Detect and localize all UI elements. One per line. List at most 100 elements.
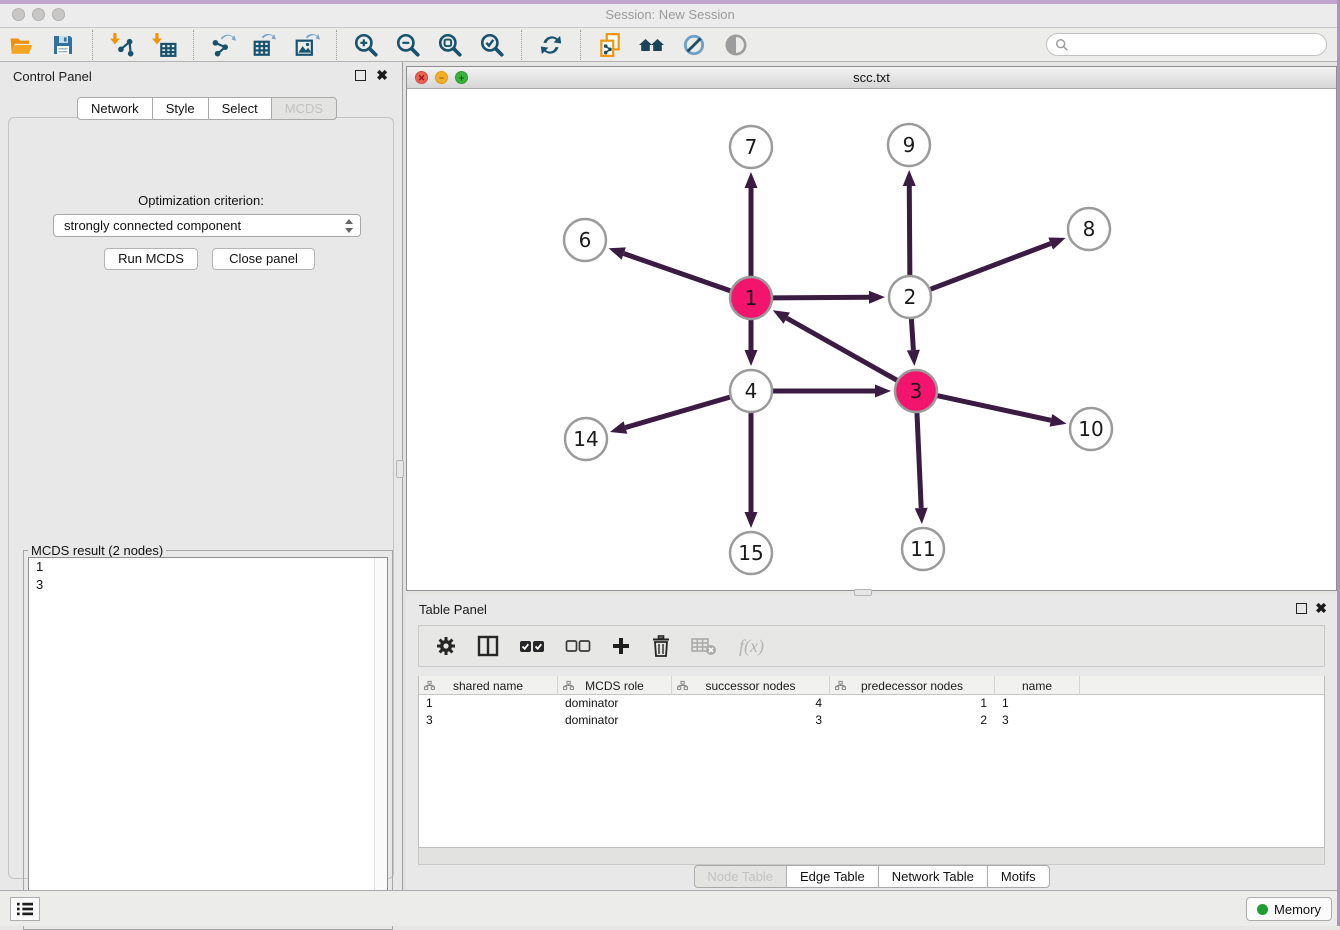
memory-button[interactable]: Memory: [1246, 897, 1332, 921]
graph-edge-4-3[interactable]: [773, 385, 891, 398]
table-row[interactable]: 1dominator411: [419, 695, 1324, 712]
open-session-button[interactable]: [4, 30, 38, 60]
table-cell[interactable]: 1: [419, 695, 558, 712]
graph-edge-1-2[interactable]: [773, 291, 885, 304]
table-cell[interactable]: dominator: [558, 695, 672, 712]
column-header-shared-name[interactable]: shared name: [419, 676, 558, 695]
tab-select[interactable]: Select: [208, 97, 271, 120]
graph-edge-3-11[interactable]: [915, 413, 928, 524]
delete-column-button[interactable]: [651, 635, 671, 657]
network-canvas[interactable]: 7 9 6 8 1 2 4 3 14 10 15 11: [407, 89, 1336, 590]
graph-node-1[interactable]: 1: [730, 277, 772, 319]
table-cell[interactable]: 1: [830, 695, 995, 712]
table-cell[interactable]: 3: [672, 712, 830, 729]
graph-node-4[interactable]: 4: [730, 370, 772, 412]
graph-node-11[interactable]: 11: [902, 528, 944, 570]
tab-mcds[interactable]: MCDS: [271, 97, 337, 120]
zoom-selected-button[interactable]: [475, 30, 509, 60]
graph-edge-1-4[interactable]: [745, 320, 758, 366]
show-hide-button[interactable]: [719, 30, 753, 60]
column-header-MCDS-role[interactable]: MCDS role: [558, 676, 672, 695]
save-session-button[interactable]: [46, 30, 80, 60]
graph-edge-3-10[interactable]: [937, 396, 1066, 427]
close-panel-icon[interactable]: ✖: [376, 67, 388, 83]
column-header-successor-nodes[interactable]: successor nodes: [672, 676, 830, 695]
deselect-all-button[interactable]: [565, 639, 591, 653]
zoom-out-icon: [395, 32, 421, 58]
graph-edge-2-8[interactable]: [931, 237, 1066, 289]
graph-edge-4-15[interactable]: [745, 413, 758, 528]
network-graph[interactable]: 7 9 6 8 1 2 4 3 14 10 15 11: [407, 89, 1336, 590]
graph-edge-1-7[interactable]: [745, 172, 758, 276]
graph-node-15[interactable]: 15: [730, 532, 772, 574]
graph-node-9[interactable]: 9: [888, 124, 930, 166]
network-window-titlebar[interactable]: ✕ − + scc.txt: [407, 67, 1336, 89]
node-table[interactable]: shared nameMCDS role successor nodes prede…: [418, 676, 1325, 848]
table-cell[interactable]: dominator: [558, 712, 672, 729]
graph-node-3[interactable]: 3: [895, 370, 937, 412]
graph-edge-2-3[interactable]: [907, 319, 920, 366]
export-network-button[interactable]: [206, 30, 240, 60]
column-header-name[interactable]: name: [995, 676, 1080, 695]
run-mcds-button[interactable]: Run MCDS: [104, 248, 198, 270]
toolbar-separator: [92, 30, 93, 60]
graph-edge-4-14[interactable]: [610, 397, 730, 434]
export-table-button[interactable]: [248, 30, 282, 60]
float-panel-icon[interactable]: [355, 70, 366, 81]
search-box[interactable]: [1046, 33, 1327, 56]
clone-network-button[interactable]: [593, 30, 627, 60]
apply-layout-button[interactable]: [534, 30, 568, 60]
close-panel-icon[interactable]: ✖: [1315, 600, 1327, 616]
graph-edge-2-9[interactable]: [903, 170, 916, 275]
graph-node-10[interactable]: 10: [1070, 408, 1112, 450]
graph-node-14[interactable]: 14: [565, 418, 607, 460]
select-all-button[interactable]: [519, 639, 545, 653]
vertical-splitter-handle[interactable]: [396, 460, 404, 478]
create-column-button[interactable]: [611, 636, 631, 656]
table-cell[interactable]: 1: [995, 695, 1080, 712]
result-item[interactable]: 1: [29, 558, 387, 576]
zoom-fit-button[interactable]: [433, 30, 467, 60]
table-cell[interactable]: 4: [672, 695, 830, 712]
float-panel-icon[interactable]: [1296, 603, 1307, 614]
function-builder-button[interactable]: f(x): [739, 636, 764, 657]
graph-node-2[interactable]: 2: [889, 276, 931, 318]
zoom-in-button[interactable]: [349, 30, 383, 60]
first-neighbors-button[interactable]: [635, 30, 669, 60]
graph-node-8[interactable]: 8: [1068, 208, 1110, 250]
houses-icon: [638, 33, 666, 57]
table-cell[interactable]: 2: [830, 712, 995, 729]
result-item[interactable]: 3: [29, 576, 387, 594]
graph-node-7[interactable]: 7: [730, 126, 772, 168]
column-settings-button[interactable]: [435, 635, 457, 657]
column-header-predecessor-nodes[interactable]: predecessor nodes: [830, 676, 995, 695]
table-cell[interactable]: 3: [419, 712, 558, 729]
export-image-button[interactable]: [290, 30, 324, 60]
tab-node-table[interactable]: Node Table: [693, 865, 786, 888]
tab-network[interactable]: Network: [77, 97, 152, 120]
graph-edge-3-1[interactable]: [773, 310, 897, 380]
mcds-result-list[interactable]: 13: [28, 557, 388, 925]
delete-table-button[interactable]: [691, 636, 717, 656]
result-scrollbar-track[interactable]: [374, 558, 387, 924]
graph-node-6[interactable]: 6: [564, 219, 606, 261]
table-cell[interactable]: 3: [995, 712, 1080, 729]
table-panel-title: Table Panel: [419, 602, 487, 617]
zoom-out-button[interactable]: [391, 30, 425, 60]
show-columns-button[interactable]: [477, 635, 499, 657]
search-input[interactable]: [1069, 38, 1326, 52]
graphics-details-button[interactable]: [677, 30, 711, 60]
tab-edge-table[interactable]: Edge Table: [786, 865, 878, 888]
table-row[interactable]: 3dominator323: [419, 712, 1324, 729]
graph-edge-1-6[interactable]: [609, 247, 731, 290]
tab-network-table[interactable]: Network Table: [878, 865, 987, 888]
column-header-label: successor nodes: [705, 679, 795, 693]
import-network-button[interactable]: [105, 30, 139, 60]
criterion-select[interactable]: strongly connected component: [53, 214, 361, 237]
import-table-button[interactable]: [147, 30, 181, 60]
close-panel-button[interactable]: Close panel: [212, 248, 315, 270]
task-history-button[interactable]: [10, 897, 40, 921]
tab-motifs[interactable]: Motifs: [987, 865, 1050, 888]
tab-style[interactable]: Style: [152, 97, 208, 120]
horizontal-splitter-handle[interactable]: [854, 589, 872, 596]
